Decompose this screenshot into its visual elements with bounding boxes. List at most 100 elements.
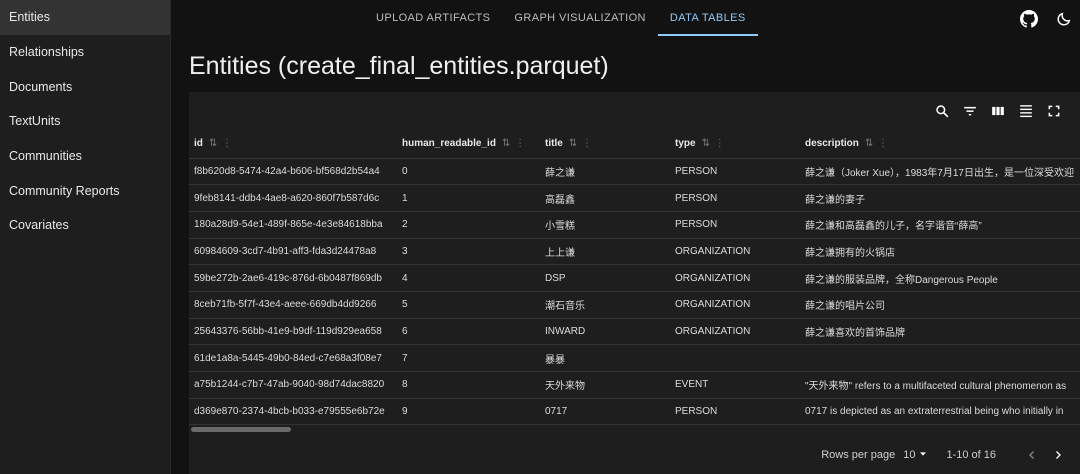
tab-upload-artifacts[interactable]: UPLOAD ARTIFACTS — [364, 0, 502, 36]
column-header-human-readable-id[interactable]: human_readable_id ⇅ ⋮ — [397, 130, 540, 159]
previous-page-icon[interactable] — [1024, 447, 1040, 463]
cell-id: a75b1244-c7b7-47ab-9040-98d74dac8820 — [189, 371, 397, 399]
dark-mode-icon[interactable] — [1054, 9, 1074, 29]
sidebar-item-label: Communities — [9, 149, 82, 164]
tab-graph-visualization[interactable]: GRAPH VISUALIZATION — [502, 0, 657, 36]
cell-human-readable-id: 6 — [397, 318, 540, 346]
cell-title: INWARD — [540, 318, 670, 346]
cell-human-readable-id: 3 — [397, 238, 540, 266]
column-header-type[interactable]: type ⇅ ⋮ — [670, 130, 800, 159]
cell-description: 0717 is depicted as an extraterrestrial … — [800, 398, 1080, 426]
cell-id: f8b620d8-5474-42a4-b606-bf568d2b54a4 — [189, 158, 397, 186]
cell-description: 薛之谦和高磊鑫的儿子，名字谐音“薛高” — [800, 211, 1080, 239]
page-range: 1-10 of 16 — [946, 449, 996, 461]
page-title: Entities (create_final_entities.parquet) — [189, 52, 609, 80]
cell-description: 薛之谦的妻子 — [800, 184, 1080, 212]
column-header-description[interactable]: description ⇅ ⋮ — [800, 130, 1080, 159]
cell-description: "天外来物" refers to a multifaceted cultural… — [800, 371, 1080, 399]
cell-type: PERSON — [670, 158, 800, 186]
cell-title: 小雪糕 — [540, 211, 670, 239]
cell-description — [800, 344, 1080, 372]
sidebar-item-label: TextUnits — [9, 114, 61, 129]
table-row[interactable]: d369e870-2374-4bcb-b033-e79555e6b72e 9 071… — [189, 398, 1080, 426]
cell-title: 潮石音乐 — [540, 291, 670, 319]
column-header-title[interactable]: title ⇅ ⋮ — [540, 130, 670, 159]
search-icon[interactable] — [934, 103, 950, 119]
cell-type: ORGANIZATION — [670, 318, 800, 346]
sidebar-item-entities[interactable]: Entities — [0, 0, 170, 35]
top-icons — [1019, 9, 1074, 29]
column-header-label: description — [805, 138, 859, 150]
cell-id: 60984609-3cd7-4b91-aff3-fda3d24478a8 — [189, 238, 397, 266]
table-row[interactable]: 59be272b-2ae6-419c-876d-6b0487f869db 4 DSP… — [189, 264, 1080, 292]
cell-description: 薛之谦拥有的火锅店 — [800, 238, 1080, 266]
table-row[interactable]: f8b620d8-5474-42a4-b606-bf568d2b54a4 0 薛之谦… — [189, 158, 1080, 186]
sort-menu-icon[interactable]: ⇅ ⋮ — [702, 138, 726, 149]
top-nav: UPLOAD ARTIFACTS GRAPH VISUALIZATION DAT… — [171, 0, 1080, 36]
column-header-label: human_readable_id — [402, 138, 496, 150]
table-row[interactable]: 180a28d9-54e1-489f-865e-4e3e84618bba 2 小雪糕… — [189, 211, 1080, 239]
sidebar: Entities Relationships Documents TextUni… — [0, 0, 171, 474]
cell-title: 上上谦 — [540, 238, 670, 266]
tab-data-tables[interactable]: DATA TABLES — [657, 0, 758, 36]
table-row[interactable]: 8ceb71fb-5f7f-43e4-aeee-669db4dd9266 5 潮石音… — [189, 291, 1080, 319]
cell-title: DSP — [540, 264, 670, 292]
sidebar-item-label: Documents — [9, 79, 73, 94]
sidebar-item-relationships[interactable]: Relationships — [0, 35, 170, 70]
cell-human-readable-id: 7 — [397, 344, 540, 372]
cell-title: 暴暴 — [540, 344, 670, 372]
table-header-row: id ⇅ ⋮ human_readable_id ⇅ ⋮ title ⇅ ⋮ type… — [189, 130, 1080, 159]
sort-menu-icon[interactable]: ⇅ ⋮ — [569, 138, 593, 149]
table-body: f8b620d8-5474-42a4-b606-bf568d2b54a4 0 薛之谦… — [189, 158, 1080, 426]
sort-menu-icon[interactable]: ⇅ ⋮ — [502, 138, 526, 149]
rows-per-page-label: Rows per page — [821, 449, 896, 461]
cell-type: ORGANIZATION — [670, 291, 800, 319]
app-root: Entities Relationships Documents TextUni… — [0, 0, 1080, 474]
table-row[interactable]: a75b1244-c7b7-47ab-9040-98d74dac8820 8 天外来… — [189, 371, 1080, 399]
cell-human-readable-id: 0 — [397, 158, 540, 186]
sort-menu-icon[interactable]: ⇅ ⋮ — [209, 138, 233, 149]
fullscreen-icon[interactable] — [1046, 103, 1062, 119]
cell-description: 薛之谦（Joker Xue），1983年7月17日出生，是一位深受欢迎 — [800, 158, 1080, 186]
cell-title: 高磊鑫 — [540, 184, 670, 212]
cell-type: EVENT — [670, 371, 800, 399]
github-icon[interactable] — [1019, 9, 1039, 29]
cell-description: 薛之谦喜欢的首饰品牌 — [800, 318, 1080, 346]
cell-type: PERSON — [670, 398, 800, 426]
filter-icon[interactable] — [962, 103, 978, 119]
cell-title: 天外来物 — [540, 371, 670, 399]
sidebar-item-covariates[interactable]: Covariates — [0, 208, 170, 243]
columns-icon[interactable] — [990, 103, 1006, 119]
sidebar-item-label: Entities — [9, 10, 50, 25]
sidebar-item-community-reports[interactable]: Community Reports — [0, 173, 170, 208]
cell-description: 薛之谦的服装品牌，全称Dangerous People — [800, 264, 1080, 292]
entities-table: id ⇅ ⋮ human_readable_id ⇅ ⋮ title ⇅ ⋮ type… — [189, 130, 1080, 426]
sidebar-item-communities[interactable]: Communities — [0, 139, 170, 174]
table-row[interactable]: 25643376-56bb-41e9-b9df-119d929ea658 6 INW… — [189, 318, 1080, 346]
cell-type: PERSON — [670, 211, 800, 239]
cell-human-readable-id: 4 — [397, 264, 540, 292]
column-header-label: title — [545, 138, 563, 150]
table-row[interactable]: 60984609-3cd7-4b91-aff3-fda3d24478a8 3 上上谦… — [189, 238, 1080, 266]
cell-title: 0717 — [540, 398, 670, 426]
data-table-panel: id ⇅ ⋮ human_readable_id ⇅ ⋮ title ⇅ ⋮ type… — [189, 92, 1080, 474]
cell-human-readable-id: 8 — [397, 371, 540, 399]
cell-type: PERSON — [670, 184, 800, 212]
pagination: Rows per page 10 1-10 of 16 — [821, 447, 1066, 463]
sidebar-item-documents[interactable]: Documents — [0, 69, 170, 104]
sidebar-item-label: Relationships — [9, 45, 85, 60]
column-header-label: id — [194, 138, 203, 150]
column-header-label: type — [675, 138, 696, 150]
column-header-id[interactable]: id ⇅ ⋮ — [189, 130, 397, 159]
cell-human-readable-id: 9 — [397, 398, 540, 426]
sidebar-item-textunits[interactable]: TextUnits — [0, 104, 170, 139]
cell-id: d369e870-2374-4bcb-b033-e79555e6b72e — [189, 398, 397, 426]
table-row[interactable]: 9feb8141-ddb4-4ae8-a620-860f7b587d6c 1 高磊鑫… — [189, 184, 1080, 212]
next-page-icon[interactable] — [1050, 447, 1066, 463]
density-icon[interactable] — [1018, 103, 1034, 119]
cell-title: 薛之谦 — [540, 158, 670, 186]
horizontal-scrollbar[interactable] — [191, 427, 291, 432]
rows-per-page-select[interactable]: 10 — [903, 449, 928, 462]
table-row[interactable]: 61de1a8a-5445-49b0-84ed-c7e68a3f08e7 7 暴暴 — [189, 344, 1080, 372]
sort-menu-icon[interactable]: ⇅ ⋮ — [865, 138, 889, 149]
